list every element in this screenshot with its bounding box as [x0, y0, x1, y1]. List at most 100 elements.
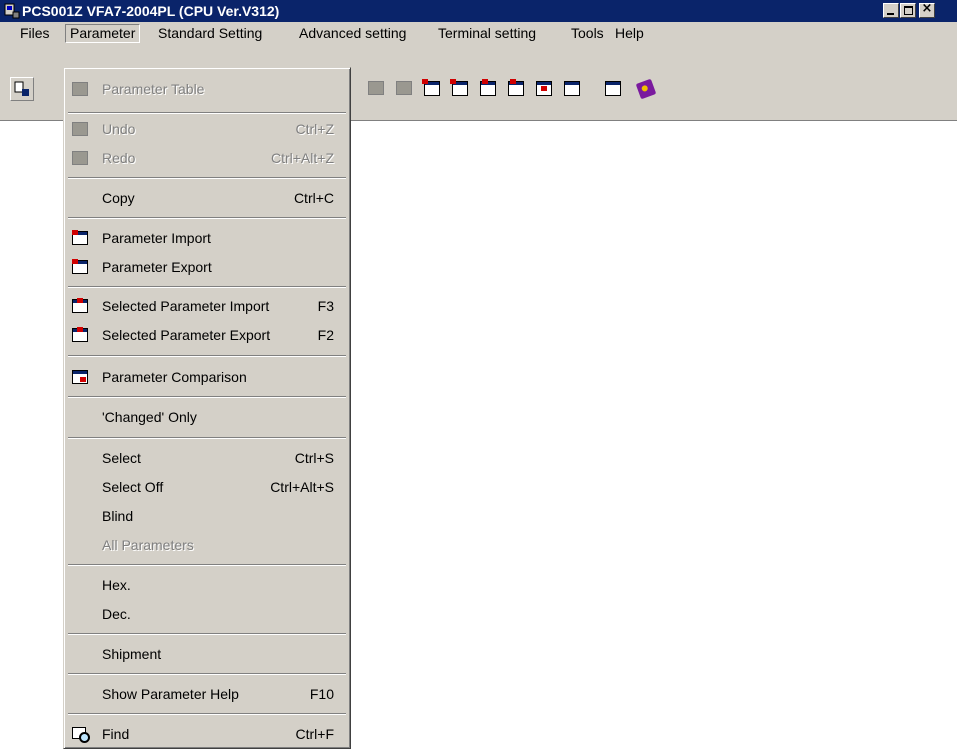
- menu-item-shortcut: Ctrl+Alt+Z: [270, 150, 334, 166]
- menu-item-copy[interactable]: Copy Ctrl+C: [66, 186, 348, 210]
- parameter-import-icon: [72, 230, 88, 246]
- close-button[interactable]: ×: [919, 1, 935, 18]
- menu-item-shortcut: Ctrl+C: [293, 190, 334, 206]
- menu-item-label: Parameter Export: [102, 259, 212, 275]
- menu-item-label: Shipment: [102, 646, 162, 662]
- menu-standard-setting[interactable]: Standard Setting: [154, 25, 266, 42]
- find-icon: [72, 726, 90, 743]
- menu-item-shortcut: Ctrl+Alt+S: [270, 479, 334, 495]
- menu-bar: Files Parameter Standard Setting Advance…: [0, 22, 957, 45]
- check-window-toolbar-button[interactable]: [601, 77, 625, 101]
- menu-item-parameter-import[interactable]: Parameter Import: [66, 226, 348, 250]
- parameter-table-icon: [72, 81, 88, 97]
- menu-item-select[interactable]: Select Ctrl+S: [66, 446, 348, 470]
- menu-item-label: Selected Parameter Export: [102, 327, 271, 343]
- menu-files[interactable]: Files: [16, 25, 54, 42]
- menu-item-shortcut: F10: [309, 686, 334, 702]
- menu-item-shortcut: Ctrl+F: [295, 726, 335, 742]
- maximize-icon: [904, 6, 913, 15]
- redo-toolbar-button[interactable]: [392, 77, 416, 101]
- menu-item-label: Selected Parameter Import: [102, 298, 270, 314]
- menu-separator: [68, 177, 346, 179]
- menu-item-redo[interactable]: Redo Ctrl+Alt+Z: [66, 146, 348, 170]
- menu-item-parameter-table[interactable]: Parameter Table: [66, 77, 348, 101]
- menu-separator: [68, 673, 346, 675]
- menu-separator: [68, 355, 346, 357]
- menu-item-label: Hex.: [102, 577, 131, 593]
- menu-advanced-setting[interactable]: Advanced setting: [295, 25, 410, 42]
- menu-item-label: Select: [102, 450, 141, 466]
- selected-import-icon: [72, 298, 88, 314]
- menu-item-label: 'Changed' Only: [102, 409, 197, 425]
- app-toolbar-button[interactable]: [10, 77, 34, 101]
- check-window-icon: [605, 81, 621, 96]
- menu-item-shortcut: F2: [317, 327, 334, 343]
- export-arrow-icon: [510, 79, 516, 84]
- find-toolbar-button[interactable]: [560, 77, 584, 101]
- menu-item-find[interactable]: Find Ctrl+F: [66, 722, 348, 746]
- menu-item-all-parameters[interactable]: All Parameters: [66, 533, 348, 557]
- menu-tools[interactable]: Tools: [567, 25, 608, 42]
- selected-export-toolbar-button[interactable]: [504, 77, 528, 101]
- title-bar: PCS001Z VFA7-2004PL (CPU Ver.V312) ×: [0, 0, 957, 22]
- menu-item-label: Dec.: [102, 606, 131, 622]
- menu-item-undo[interactable]: Undo Ctrl+Z: [66, 117, 348, 141]
- parameter-export-toolbar-button[interactable]: [448, 77, 472, 101]
- menu-item-shortcut: Ctrl+S: [294, 450, 334, 466]
- compare-arrow-icon: [541, 86, 547, 91]
- menu-item-label: Parameter Import: [102, 230, 211, 246]
- minimize-button[interactable]: [883, 3, 899, 18]
- menu-item-parameter-export[interactable]: Parameter Export: [66, 255, 348, 279]
- menu-item-label: Parameter Table: [102, 81, 205, 97]
- menu-item-shipment[interactable]: Shipment: [66, 642, 348, 666]
- import-arrow-icon: [482, 79, 488, 84]
- undo-icon: [72, 121, 88, 137]
- menu-item-blind[interactable]: Blind: [66, 504, 348, 528]
- menu-item-select-off[interactable]: Select Off Ctrl+Alt+S: [66, 475, 348, 499]
- menu-terminal-setting[interactable]: Terminal setting: [434, 25, 540, 42]
- import-arrow-icon: [422, 79, 428, 84]
- menu-item-label: Show Parameter Help: [102, 686, 239, 702]
- window-title: PCS001Z VFA7-2004PL (CPU Ver.V312): [22, 3, 280, 19]
- menu-item-changed-only[interactable]: 'Changed' Only: [66, 405, 348, 429]
- menu-item-label: Undo: [102, 121, 136, 137]
- redo-icon: [72, 150, 88, 166]
- selected-import-toolbar-button[interactable]: [476, 77, 500, 101]
- app-icon: [4, 3, 20, 19]
- export-arrow-icon: [450, 79, 456, 84]
- menu-item-label: Copy: [102, 190, 135, 206]
- menu-item-label: Find: [102, 726, 130, 742]
- app-toolbar-icon: [14, 81, 29, 96]
- minimize-icon: [887, 13, 894, 15]
- menu-separator: [68, 713, 346, 715]
- find-icon: [564, 81, 580, 96]
- menu-item-label: Blind: [102, 508, 134, 524]
- menu-item-dec[interactable]: Dec.: [66, 602, 348, 626]
- menu-item-label: All Parameters: [102, 537, 194, 553]
- menu-item-shortcut: Ctrl+Z: [295, 121, 335, 137]
- menu-separator: [68, 286, 346, 288]
- parameter-export-icon: [72, 259, 88, 275]
- menu-item-show-parameter-help[interactable]: Show Parameter Help F10: [66, 682, 348, 706]
- menu-separator: [68, 396, 346, 398]
- undo-icon: [368, 81, 384, 95]
- parameter-menu-dropdown: Parameter Table Undo Ctrl+Z Redo Ctrl+Al…: [63, 67, 351, 749]
- menu-item-selected-parameter-export[interactable]: Selected Parameter Export F2: [66, 323, 348, 347]
- parameter-comparison-toolbar-button[interactable]: [532, 77, 556, 101]
- parameter-import-toolbar-button[interactable]: [420, 77, 444, 101]
- menu-help[interactable]: Help: [611, 25, 648, 42]
- menu-item-selected-parameter-import[interactable]: Selected Parameter Import F3: [66, 294, 348, 318]
- menu-separator: [68, 112, 346, 114]
- menu-item-shortcut: F3: [317, 298, 334, 314]
- close-icon: ×: [921, 1, 933, 16]
- menu-item-label: Parameter Comparison: [102, 369, 247, 385]
- menu-item-label: Select Off: [102, 479, 164, 495]
- maximize-button[interactable]: [900, 3, 916, 18]
- menu-item-label: Redo: [102, 150, 136, 166]
- menu-separator: [68, 437, 346, 439]
- undo-toolbar-button[interactable]: [364, 77, 388, 101]
- menu-item-hex[interactable]: Hex.: [66, 573, 348, 597]
- help-book-toolbar-button[interactable]: [634, 77, 658, 101]
- menu-parameter[interactable]: Parameter: [65, 24, 141, 43]
- menu-item-parameter-comparison[interactable]: Parameter Comparison: [66, 365, 348, 389]
